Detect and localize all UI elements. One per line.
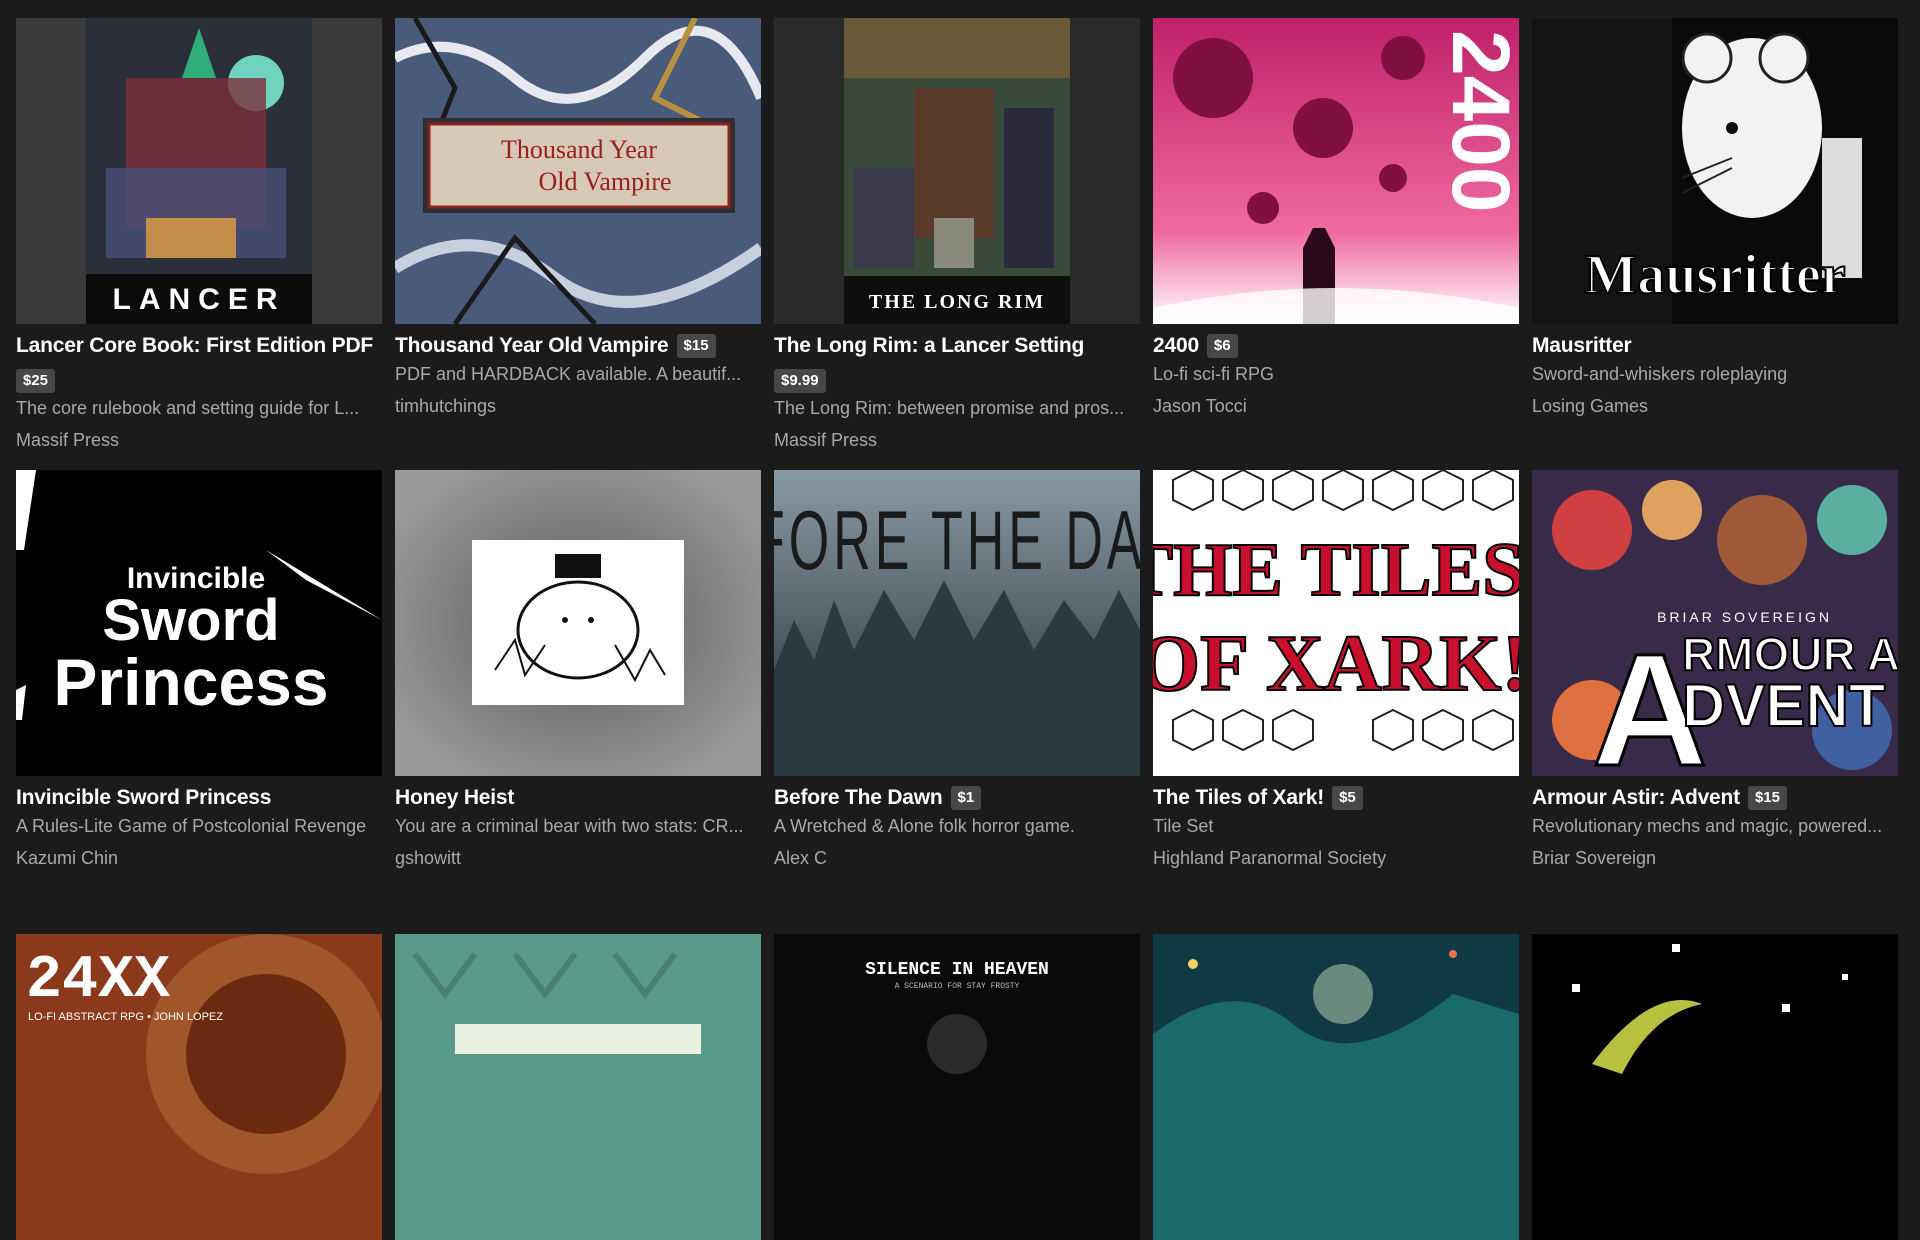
game-card-info: The Tiles of Xark! $5 Tile Set Highland … [1153, 776, 1519, 934]
game-description: Sword-and-whiskers roleplaying [1532, 364, 1788, 384]
game-cover[interactable] [1532, 934, 1898, 1240]
game-card-info: Armour Astir: Advent $15 Revolutionary m… [1532, 776, 1898, 934]
game-card-info: Thousand Year Old Vampire $15 PDF and HA… [395, 324, 761, 470]
cover-subtitle: A SCENARIO FOR STAY FROSTY [895, 982, 1020, 991]
game-cover[interactable] [1153, 934, 1519, 1240]
svg-text:OF XARK!: OF XARK! [1153, 620, 1519, 708]
game-description: PDF and HARDBACK available. A beautif... [395, 364, 742, 384]
game-author-link[interactable]: Kazumi Chin [16, 846, 382, 870]
game-description: Tile Set [1153, 816, 1214, 836]
game-author-link[interactable]: Alex C [774, 846, 1140, 870]
svg-text:THE TILES,: THE TILES, [1153, 528, 1519, 612]
game-cover[interactable]: Mausritter [1532, 18, 1898, 324]
cover-title: Mausritter [1584, 244, 1845, 306]
svg-text:Old Vampire: Old Vampire [538, 167, 671, 196]
game-cover[interactable]: BRIAR SOVEREIGN A RMOUR ASTIR DVENT [1532, 470, 1898, 776]
cover-title: THE LONG RIM [869, 291, 1045, 313]
game-author-link[interactable]: gshowitt [395, 846, 761, 870]
game-title-link[interactable]: 2400 [1153, 332, 1199, 359]
cover-title: LANCER [113, 283, 286, 316]
game-title-link[interactable]: Mausritter [1532, 332, 1632, 359]
price-badge: $15 [1747, 785, 1787, 810]
game-card-info: Lancer Core Book: First Edition PDF $25 … [16, 324, 382, 470]
price-badge: $5 [1332, 785, 1363, 810]
game-author-link[interactable]: Massif Press [16, 428, 382, 452]
game-cover[interactable]: THE LONG RIM [774, 18, 1140, 324]
price-badge: $9.99 [774, 369, 826, 393]
game-title-link[interactable]: Lancer Core Book: First Edition PDF [16, 332, 373, 359]
game-description: You are a criminal bear with two stats: … [395, 816, 744, 836]
game-description: The Long Rim: between promise and pros..… [774, 398, 1125, 418]
game-author-link[interactable]: Jason Tocci [1153, 394, 1519, 418]
game-cover[interactable]: Invincible Sword Princess [16, 470, 382, 776]
price-badge: $6 [1206, 333, 1238, 358]
game-title-link[interactable]: Thousand Year Old Vampire [395, 332, 669, 359]
svg-text:Sword: Sword [102, 588, 279, 653]
game-cover[interactable]: LANCER [16, 18, 382, 324]
game-cover[interactable]: BEFORE THE DAWN [774, 470, 1140, 776]
cover-title: SILENCE IN HEAVEN [865, 960, 1049, 980]
game-cover[interactable]: SILENCE IN HEAVEN A SCENARIO FOR STAY FR… [774, 934, 1140, 1240]
game-cover[interactable]: Thousand Year Old Vampire [395, 18, 761, 324]
game-cover[interactable] [395, 470, 761, 776]
game-author-link[interactable]: Highland Paranormal Society [1153, 846, 1519, 870]
price-badge: $25 [16, 369, 56, 393]
game-title-link[interactable]: Before The Dawn [774, 784, 943, 811]
game-card-info: Honey Heist You are a criminal bear with… [395, 776, 761, 934]
svg-text:Princess: Princess [53, 645, 328, 719]
game-title-link[interactable]: Honey Heist [395, 784, 514, 811]
game-title-link[interactable]: Armour Astir: Advent [1532, 784, 1740, 811]
game-description: Lo-fi sci-fi RPG [1153, 364, 1275, 384]
price-badge: $15 [676, 333, 716, 358]
game-description: Revolutionary mechs and magic, powered..… [1532, 816, 1883, 836]
svg-text:DVENT: DVENT [1682, 672, 1885, 739]
game-title-link[interactable]: The Long Rim: a Lancer Setting [774, 332, 1084, 359]
cover-subtitle: LO-FI ABSTRACT RPG • JOHN LOPEZ [28, 1011, 223, 1023]
game-card-info: Mausritter Sword-and-whiskers roleplayin… [1532, 324, 1898, 470]
game-cover[interactable]: 2400 [1153, 18, 1519, 324]
game-cover[interactable]: 24XX LO-FI ABSTRACT RPG • JOHN LOPEZ [16, 934, 382, 1240]
cover-title: 2400 [1435, 30, 1519, 212]
game-cover[interactable] [395, 934, 761, 1240]
game-description: A Rules-Lite Game of Postcolonial Reveng… [16, 816, 367, 836]
game-description: The core rulebook and setting guide for … [16, 398, 360, 418]
game-author-link[interactable]: Massif Press [774, 428, 1140, 452]
game-description: A Wretched & Alone folk horror game. [774, 816, 1075, 836]
game-card-info: Invincible Sword Princess A Rules-Lite G… [16, 776, 382, 934]
game-title-link[interactable]: Invincible Sword Princess [16, 784, 271, 811]
game-card-info: Before The Dawn $1 A Wretched & Alone fo… [774, 776, 1140, 934]
game-card-info: The Long Rim: a Lancer Setting $9.99 The… [774, 324, 1140, 470]
game-cover[interactable]: THE TILES, OF XARK! [1153, 470, 1519, 776]
cover-title: 24XX [26, 947, 170, 1015]
game-card-info: 2400 $6 Lo-fi sci-fi RPG Jason Tocci [1153, 324, 1519, 470]
game-author-link[interactable]: Briar Sovereign [1532, 846, 1898, 870]
game-author-link[interactable]: Losing Games [1532, 394, 1898, 418]
game-grid: LANCER Thousand Year Old Vampire THE LON… [16, 18, 1899, 1240]
game-author-link[interactable]: timhutchings [395, 394, 761, 418]
svg-text:Thousand Year: Thousand Year [501, 135, 657, 164]
price-badge: $1 [950, 785, 982, 810]
cover-title: BEFORE THE DAWN [774, 494, 1140, 588]
game-title-link[interactable]: The Tiles of Xark! [1153, 784, 1324, 811]
